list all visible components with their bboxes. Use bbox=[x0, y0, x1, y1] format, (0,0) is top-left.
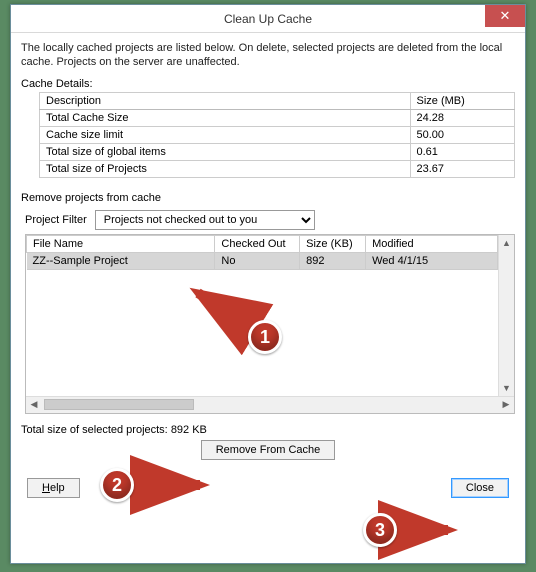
scroll-down-icon: ▼ bbox=[499, 380, 514, 396]
window-title: Clean Up Cache bbox=[224, 12, 312, 26]
project-row[interactable]: ZZ--Sample Project No 892 Wed 4/1/15 bbox=[27, 252, 498, 269]
table-row: Total size of global items 0.61 bbox=[40, 143, 515, 160]
clean-up-cache-dialog: Clean Up Cache ✕ The locally cached proj… bbox=[10, 4, 526, 564]
cache-details-label: Cache Details: bbox=[21, 78, 515, 90]
close-button[interactable]: Close bbox=[451, 478, 509, 498]
col-size-kb[interactable]: Size (KB) bbox=[300, 235, 366, 252]
projects-list[interactable]: File Name Checked Out Size (KB) Modified… bbox=[25, 234, 515, 414]
cell-size-kb: 892 bbox=[300, 252, 366, 269]
project-filter-label: Project Filter bbox=[25, 214, 87, 226]
scroll-right-icon: ▶ bbox=[498, 399, 514, 410]
close-icon: ✕ bbox=[500, 8, 511, 24]
help-button[interactable]: Help bbox=[27, 478, 80, 498]
total-selected-line: Total size of selected projects: 892 KB bbox=[21, 424, 515, 436]
cell-file-name: ZZ--Sample Project bbox=[27, 252, 215, 269]
table-row: Cache size limit 50.00 bbox=[40, 126, 515, 143]
col-size-mb: Size (MB) bbox=[410, 92, 515, 109]
col-description: Description bbox=[40, 92, 411, 109]
titlebar: Clean Up Cache ✕ bbox=[11, 5, 525, 33]
table-row: Total Cache Size 24.28 bbox=[40, 109, 515, 126]
cell-modified: Wed 4/1/15 bbox=[366, 252, 498, 269]
intro-text: The locally cached projects are listed b… bbox=[21, 41, 515, 70]
vertical-scrollbar[interactable]: ▲ ▼ bbox=[498, 235, 514, 396]
table-row: Total size of Projects 23.67 bbox=[40, 160, 515, 177]
col-file-name[interactable]: File Name bbox=[27, 235, 215, 252]
scroll-left-icon: ◀ bbox=[26, 399, 42, 410]
scroll-up-icon: ▲ bbox=[499, 235, 514, 251]
col-checked-out[interactable]: Checked Out bbox=[215, 235, 300, 252]
project-filter-select[interactable]: Projects not checked out to you bbox=[95, 210, 315, 230]
horizontal-scrollbar[interactable]: ◀ ▶ bbox=[26, 396, 514, 413]
cell-checked-out: No bbox=[215, 252, 300, 269]
remove-from-cache-button[interactable]: Remove From Cache bbox=[201, 440, 336, 460]
remove-section-label: Remove projects from cache bbox=[21, 192, 515, 204]
cache-details-table: Description Size (MB) Total Cache Size 2… bbox=[39, 92, 515, 178]
col-modified[interactable]: Modified bbox=[366, 235, 498, 252]
scroll-thumb[interactable] bbox=[44, 399, 194, 410]
window-close-button[interactable]: ✕ bbox=[485, 5, 525, 27]
